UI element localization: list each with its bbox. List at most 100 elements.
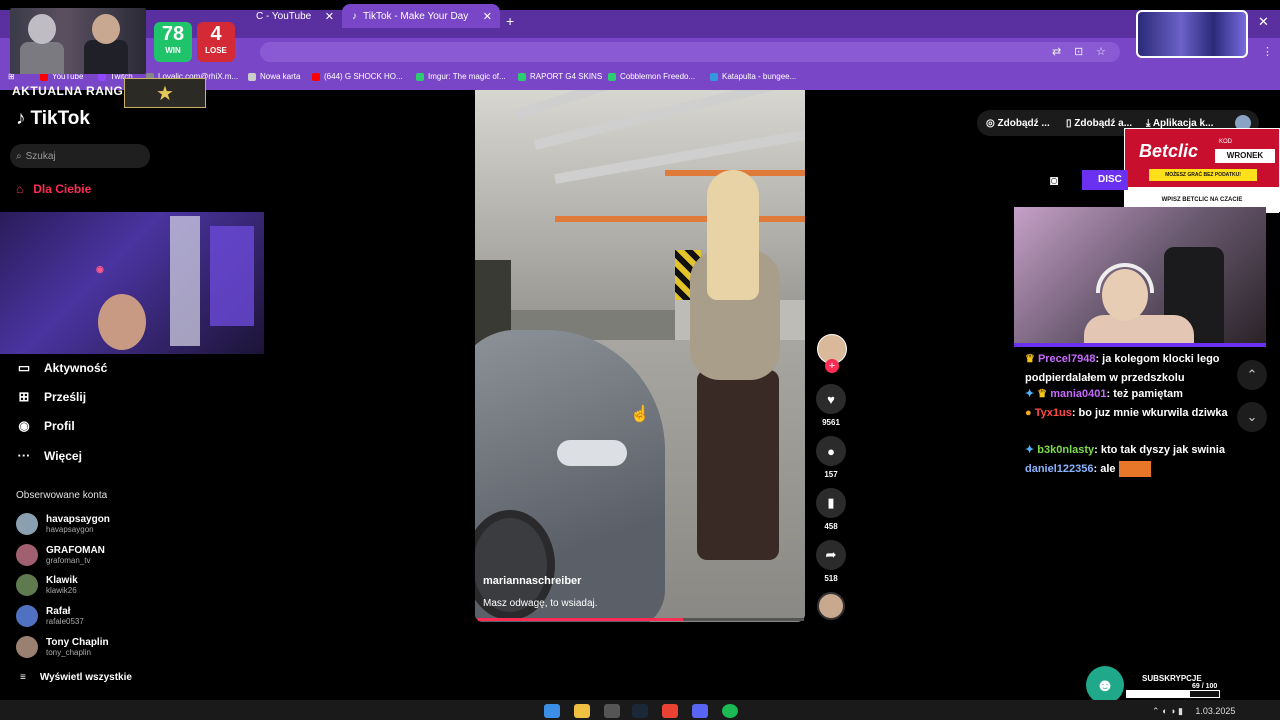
address-input[interactable] [260,42,1120,62]
tiktok-note-icon: ♪ [16,108,26,129]
lose-counter: 4 LOSE [197,22,235,62]
new-tab-icon[interactable]: + [506,13,514,29]
next-video-button[interactable]: ⌄ [1237,402,1267,432]
nav-upload[interactable]: ⊞ Prześlij [16,389,86,405]
windows-start-icon[interactable] [544,704,560,718]
tiktok-logo[interactable]: ♪ TikTok [16,108,90,130]
share-icon: ➦ [816,540,846,570]
followed-account[interactable]: Rafał rafale0537 [16,605,84,627]
close-icon[interactable]: ✕ [325,10,334,23]
discord-taskbar-icon[interactable] [692,704,708,718]
emote-icon [1118,461,1151,478]
tiktok-favicon-icon: ♪ [352,10,357,22]
avatar [16,544,38,566]
install-icon[interactable]: ⊡ [1074,45,1083,58]
coin-icon: ◎ [986,118,998,129]
tray-up-icon[interactable]: ⌃ [1152,706,1160,716]
video-progress-bar[interactable] [478,618,804,621]
followed-account[interactable]: Klawik klawik26 [16,574,78,596]
video-caption: Masz odwagę, to wsiadaj. [483,598,598,609]
save-count: 458 [824,522,838,531]
menu-dots-icon[interactable]: ⋮ [1262,45,1273,58]
tab-bar [0,10,1280,38]
cobblemon-icon [608,72,616,81]
tab-youtube[interactable]: C - YouTube ✕ [246,4,342,28]
subs-goal-bar [1126,690,1220,698]
get-app-button[interactable]: ▯ Zdobądź a... [1066,118,1132,129]
volume-icon[interactable]: ◑ [1170,706,1178,716]
betclic-logo: Betclic [1139,141,1199,161]
bookmark-cobblemon[interactable]: Cobblemon Freedo... [608,72,695,81]
headphones-icon [1096,263,1154,293]
like-button[interactable]: ♥ 9561 [816,384,846,427]
previous-video-button[interactable]: ⌃ [1237,360,1267,390]
see-all-button[interactable]: ≡ Wyświetl wszystkie [20,672,132,683]
video-player[interactable] [475,90,805,622]
comment-button[interactable]: ● 157 [816,436,846,479]
bookmark-imgur[interactable]: Imgur: The magic of... [416,72,506,81]
imgur-icon [416,72,424,81]
window-close-icon[interactable]: ✕ [1258,14,1269,30]
chevron-down-icon: ⌄ [1246,409,1258,424]
battery-icon[interactable]: ▮ [1178,706,1185,716]
nav-profile[interactable]: ◉ Profil [16,418,74,434]
close-icon[interactable]: ✕ [483,10,492,23]
host-cameras-overlay [10,8,146,74]
chat-message: ✦ b3k0nlasty: kto tak dyszy jak swinia [1025,444,1225,456]
followed-account[interactable]: havapsaygon havapsaygon [16,513,110,535]
avatar [16,605,38,627]
like-count: 9561 [822,418,840,427]
network-icon[interactable]: ◐ [1162,706,1170,716]
search-input[interactable]: ⌕ Szukaj [10,144,150,168]
bookmark-raport[interactable]: RAPORT G4 SKINS [518,72,602,81]
followed-account[interactable]: GRAFOMAN grafoman_tv [16,544,105,566]
translate-icon[interactable]: ⇄ [1052,45,1061,58]
crown-icon: ♛ [1037,388,1048,400]
nav-activity[interactable]: ▭ Aktywność [16,360,108,376]
stream-preview-thumbnail [1136,10,1248,58]
home-icon: ⌂ [16,182,24,196]
bookmark-gshock[interactable]: (644) G SHOCK HO... [312,72,403,81]
tab-tiktok-label: TikTok - Make Your Day [363,10,469,22]
search-icon: ⌕ [16,150,22,162]
tab-tiktok[interactable]: ♪ TikTok - Make Your Day ✕ [342,4,500,28]
steam-icon[interactable] [632,704,648,718]
chat-message: daniel122356: ale [1025,460,1245,479]
bookmark-new-tab[interactable]: Nowa karta [248,72,300,81]
rank-star-icon: ★ [124,78,206,108]
followed-account[interactable]: Tony Chaplin tony_chaplin [16,636,109,658]
nav-for-you[interactable]: ⌂ Dla Ciebie [16,182,91,196]
chat-message: ● Tyx1us: bo juz mnie wkurwila dziwka [1025,407,1228,419]
bookmark-katapulta[interactable]: Katapulta - bungee... [710,72,796,81]
follow-plus-icon[interactable]: + [825,359,839,373]
spotify-icon[interactable] [722,704,738,718]
chrome-icon[interactable] [662,704,678,718]
subs-goal-fill [1127,691,1191,697]
promo-code: WRONEK [1215,149,1275,163]
file-explorer-icon[interactable] [574,704,590,718]
betclic-ad: Betclic KOD WRONEK MOŻESZ GRAĆ BEZ PODAT… [1124,128,1280,213]
share-count: 518 [824,574,838,583]
sheet-icon [518,72,526,81]
bookmark-icon: ▮ [816,488,846,518]
chat-message: ✦ ♛ mania0401: też pamiętam [1025,388,1183,400]
star-icon[interactable]: ☆ [1096,45,1106,58]
video-author[interactable]: mariannaschreiber [483,575,581,587]
save-button[interactable]: ▮ 458 [816,488,846,531]
obs-icon[interactable] [604,704,620,718]
inbox-icon: ▭ [17,360,31,375]
clock-date[interactable]: 1.03.2025 [1195,706,1235,716]
nav-more[interactable]: ··· Więcej [16,448,82,463]
music-disc-icon[interactable] [817,592,845,620]
upload-icon: ⊞ [18,389,30,404]
katapulta-icon [710,72,718,81]
comment-icon: ● [816,436,846,466]
subs-goal-count: 69 / 100 [1192,683,1218,690]
page-icon [248,72,256,81]
followed-accounts-header: Obserwowane konta [16,490,108,501]
get-coins-button[interactable]: ◎ Zdobądź ... [986,118,1050,129]
profile-icon: ◉ [18,418,30,433]
win-counter: 78 WIN [154,22,192,62]
sword-icon: ✦ [1025,444,1035,456]
share-button[interactable]: ➦ 518 [816,540,846,583]
